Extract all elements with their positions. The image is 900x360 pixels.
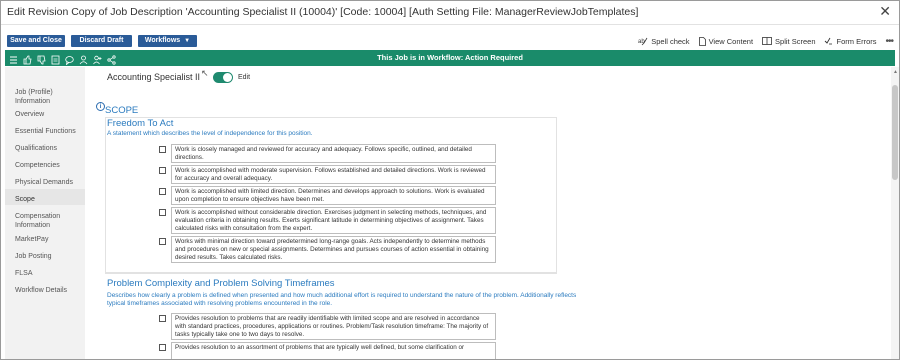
chevron-down-icon: ▼ <box>184 38 191 44</box>
nav-item-physical-demands[interactable]: Physical Demands <box>15 178 73 187</box>
title-bar: Edit Revision Copy of Job Description 'A… <box>1 1 899 25</box>
dialog-window: Edit Revision Copy of Job Description 'A… <box>0 0 900 360</box>
option-checkbox[interactable] <box>159 344 166 351</box>
option-checkbox[interactable] <box>159 315 166 322</box>
option-text: Provides resolution to an assortment of … <box>171 342 496 359</box>
window-title: Edit Revision Copy of Job Description 'A… <box>7 6 639 18</box>
nav-item-workflow-details[interactable]: Workflow Details <box>15 286 67 295</box>
workflow-status-message: This Job is in Workflow: Action Required <box>377 53 523 62</box>
vertical-scrollbar[interactable]: ▲ <box>891 67 899 359</box>
nav-item-qualifications[interactable]: Qualifications <box>15 144 57 153</box>
nav-item-competencies[interactable]: Competencies <box>15 161 60 170</box>
document-icon <box>698 36 706 46</box>
option-checkbox[interactable] <box>159 167 166 174</box>
job-title: Accounting Specialist II <box>107 72 201 82</box>
nav-item-job-posting[interactable]: Job Posting <box>15 252 52 261</box>
split-screen-label: Split Screen <box>775 36 816 46</box>
view-content-button[interactable]: View Content <box>698 36 754 46</box>
edit-toggle[interactable] <box>213 72 233 83</box>
workflow-status-bar: This Job is in Workflow: Action Required <box>5 50 895 66</box>
left-navigation: Job (Profile) Information Overview Essen… <box>5 67 85 359</box>
nav-item-flsa[interactable]: FLSA <box>15 269 33 278</box>
more-options-icon[interactable]: ••• <box>885 36 893 47</box>
form-errors-label: Form Errors <box>836 36 877 46</box>
option-checkbox[interactable] <box>159 146 166 153</box>
section-description-problem-complexity: Describes how clearly a problem is defin… <box>107 292 577 307</box>
split-screen-button[interactable]: Split Screen <box>762 37 815 46</box>
spell-check-icon: ab <box>638 37 648 45</box>
discard-draft-button[interactable]: Discard Draft <box>71 35 132 47</box>
section-title-freedom-to-act: Freedom To Act <box>107 118 174 129</box>
view-content-label: View Content <box>708 36 754 46</box>
close-icon[interactable]: ✕ <box>879 4 891 18</box>
scroll-thumb[interactable] <box>892 85 898 180</box>
workflows-label: Workflows <box>144 37 181 44</box>
nav-item-compensation-information[interactable]: Compensation Information <box>15 212 79 230</box>
spell-check-button[interactable]: ab Spell check <box>638 37 689 46</box>
form-errors-button[interactable]: Form Errors <box>824 37 876 46</box>
option-text: Work is accomplished with moderate super… <box>171 165 496 184</box>
section-description-freedom-to-act: A statement which describes the level of… <box>107 130 313 137</box>
edit-label: Edit <box>238 74 251 81</box>
option-text: Provides resolution to problems that are… <box>171 313 496 340</box>
nav-item-marketpay[interactable]: MarketPay <box>15 235 48 244</box>
option-text: Work is accomplished with limited direct… <box>171 186 496 205</box>
toolbar-right-actions: ab Spell check View Content Split Screen… <box>629 35 894 47</box>
info-icon[interactable]: i <box>96 102 105 111</box>
main-content: Accounting Specialist II ↖ Edit i SCOPE … <box>85 67 891 359</box>
toggle-knob <box>223 73 232 82</box>
option-text: Work is closely managed and reviewed for… <box>171 144 496 163</box>
scroll-up-arrow-icon[interactable]: ▲ <box>893 69 898 75</box>
section-title-problem-complexity: Problem Complexity and Problem Solving T… <box>107 278 335 289</box>
spell-check-label: Spell check <box>651 36 690 46</box>
nav-item-essential-functions[interactable]: Essential Functions <box>15 127 76 136</box>
mouse-cursor-icon: ↖ <box>201 68 209 78</box>
option-checkbox[interactable] <box>159 188 166 195</box>
error-list-icon <box>825 37 833 44</box>
split-screen-icon <box>762 37 772 45</box>
option-checkbox[interactable] <box>159 209 166 216</box>
nav-item-job-profile-information[interactable]: Job (Profile) Information <box>15 88 75 106</box>
option-text: Work is accomplished without considerabl… <box>171 207 496 234</box>
option-checkbox[interactable] <box>159 238 166 245</box>
nav-item-scope[interactable]: Scope <box>15 195 35 204</box>
nav-item-overview[interactable]: Overview <box>15 110 44 119</box>
toolbar: Save and Close Discard Draft Workflows ▼ … <box>1 29 899 49</box>
option-text: Works with minimal direction toward pred… <box>171 236 496 263</box>
workflows-button[interactable]: Workflows ▼ <box>138 35 197 47</box>
save-and-close-button[interactable]: Save and Close <box>7 35 65 47</box>
scope-heading: SCOPE <box>105 105 139 116</box>
